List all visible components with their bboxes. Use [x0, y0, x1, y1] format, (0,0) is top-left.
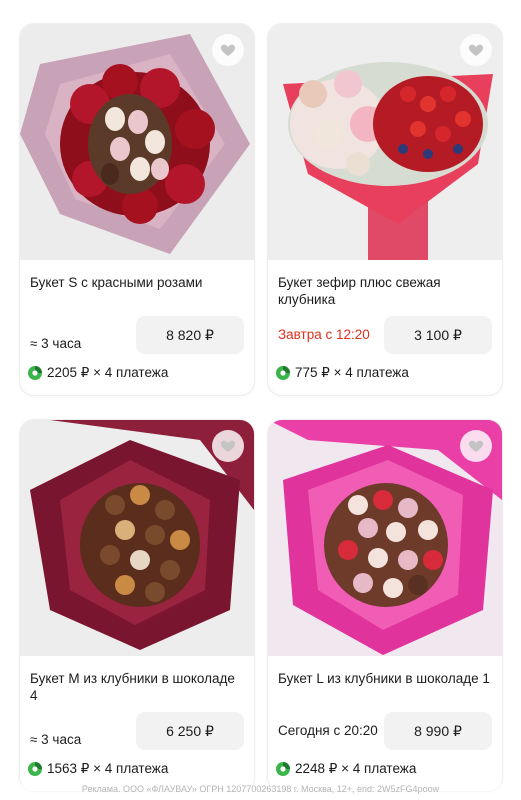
split-payment-icon — [276, 762, 290, 776]
favorite-button[interactable] — [212, 34, 244, 66]
delivery-time: ≈ 3 часа — [30, 732, 82, 747]
price-button[interactable]: 8 990 ₽ — [384, 712, 492, 750]
installment-info[interactable]: 1563 ₽ × 4 платежа — [28, 761, 168, 777]
split-payment-icon — [276, 366, 290, 380]
heart-icon — [468, 44, 484, 56]
product-grid: Букет S с красными розами ≈ 3 часа 8 820… — [0, 0, 521, 800]
price-button[interactable]: 8 820 ₽ — [136, 316, 244, 354]
product-title[interactable]: Букет M из клубники в шоколаде 4 — [30, 670, 244, 704]
installment-info[interactable]: 775 ₽ × 4 платежа — [276, 365, 409, 381]
heart-icon — [220, 440, 236, 452]
delivery-time: ≈ 3 часа — [30, 336, 82, 351]
product-card[interactable]: Букет S с красными розами ≈ 3 часа 8 820… — [20, 24, 254, 395]
installment-text: 2248 ₽ × 4 платежа — [295, 761, 417, 776]
installment-text: 1563 ₽ × 4 платежа — [47, 761, 169, 776]
split-payment-icon — [28, 366, 42, 380]
product-title[interactable]: Букет L из клубники в шоколаде 1 — [278, 670, 492, 687]
split-payment-icon — [28, 762, 42, 776]
favorite-button[interactable] — [460, 34, 492, 66]
product-card[interactable]: Букет M из клубники в шоколаде 4 ≈ 3 час… — [20, 420, 254, 791]
installment-info[interactable]: 2248 ₽ × 4 платежа — [276, 761, 416, 777]
product-title[interactable]: Букет зефир плюс свежая клубника — [278, 274, 492, 308]
heart-icon — [468, 440, 484, 452]
price-button[interactable]: 3 100 ₽ — [384, 316, 492, 354]
favorite-button[interactable] — [460, 430, 492, 462]
installment-text: 775 ₽ × 4 платежа — [295, 365, 409, 380]
installment-info[interactable]: 2205 ₽ × 4 платежа — [28, 365, 168, 381]
product-card[interactable]: Букет L из клубники в шоколаде 1 Сегодня… — [268, 420, 502, 791]
favorite-button[interactable] — [212, 430, 244, 462]
price-button[interactable]: 6 250 ₽ — [136, 712, 244, 750]
ad-disclaimer: Реклама. ООО «ФЛАУВАУ» ОГРН 120770026319… — [0, 784, 521, 794]
delivery-time: Завтра с 12:20 — [278, 327, 370, 342]
delivery-time: Сегодня с 20:20 — [278, 723, 378, 738]
product-card[interactable]: Букет зефир плюс свежая клубника Завтра … — [268, 24, 502, 395]
heart-icon — [220, 44, 236, 56]
installment-text: 2205 ₽ × 4 платежа — [47, 365, 169, 380]
product-title[interactable]: Букет S с красными розами — [30, 274, 244, 291]
